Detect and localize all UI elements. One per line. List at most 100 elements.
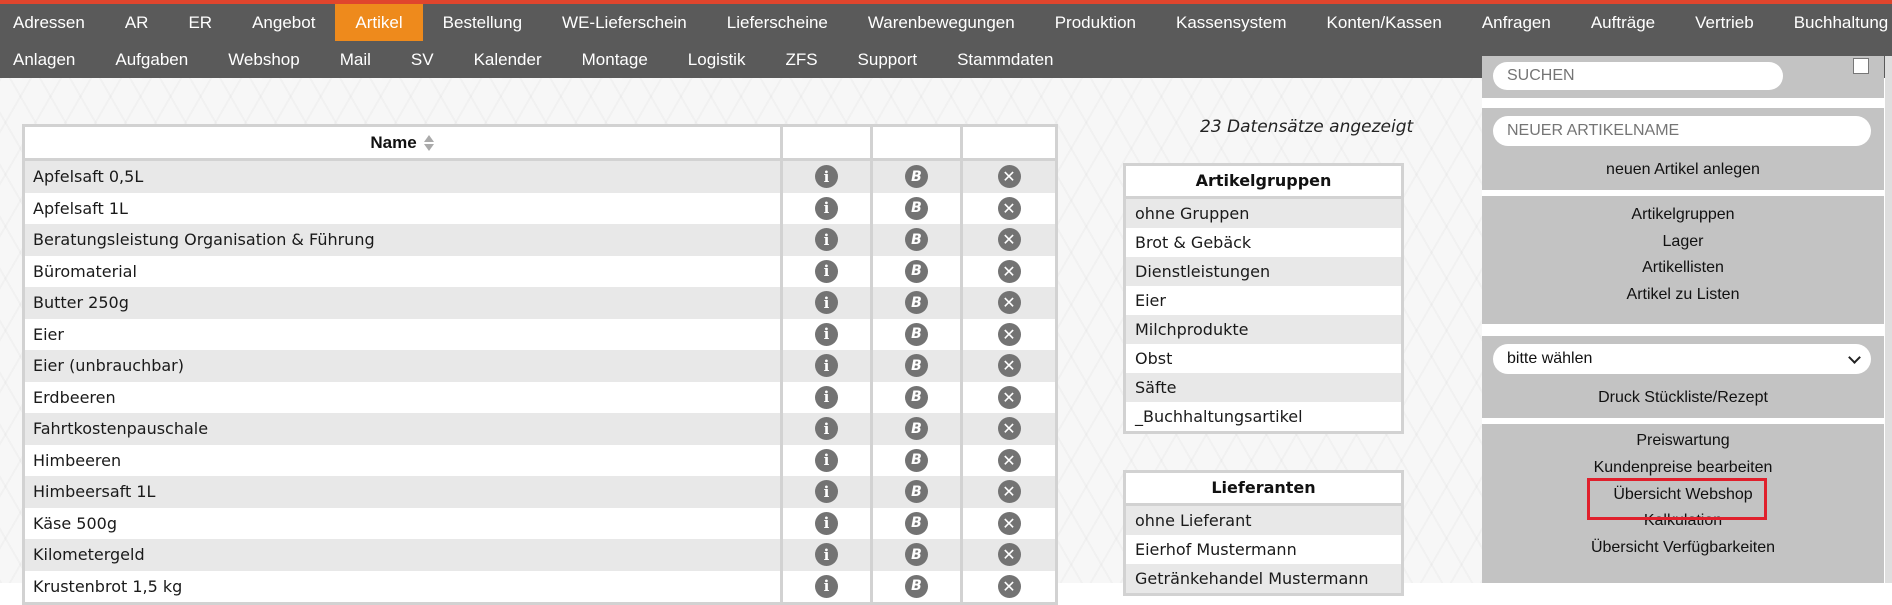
nav-item-artikel[interactable]: Artikel [335, 4, 423, 41]
article-name[interactable]: Apfelsaft 0,5L [25, 161, 783, 193]
delete-icon[interactable]: ✕ [997, 574, 1021, 598]
b-icon[interactable]: B [905, 228, 928, 252]
table-row[interactable]: Himbeeren i B ✕ [25, 444, 1055, 476]
nav-item-we-lieferschein[interactable]: WE-Lieferschein [542, 4, 707, 41]
table-row[interactable]: Eier (unbrauchbar) i B ✕ [25, 350, 1055, 382]
nav-item-er[interactable]: ER [168, 4, 232, 41]
nav-item-aufgaben[interactable]: Aufgaben [95, 41, 208, 78]
bom-select[interactable]: bitte wählen [1493, 344, 1871, 374]
article-name[interactable]: Himbeeren [25, 444, 783, 476]
info-icon[interactable]: i [815, 165, 838, 189]
info-icon[interactable]: i [815, 385, 838, 409]
nav-item-vertrieb[interactable]: Vertrieb [1675, 4, 1774, 41]
nav-item-adressen[interactable]: Adressen [0, 4, 105, 41]
info-icon[interactable]: i [815, 196, 838, 220]
table-row[interactable]: Fahrtkostenpauschale i B ✕ [25, 413, 1055, 445]
b-icon[interactable]: B [905, 511, 928, 535]
panel-link-artikel-zu-listen[interactable]: Artikel zu Listen [1482, 282, 1884, 309]
article-name[interactable]: Kilometergeld [25, 539, 783, 571]
delete-icon[interactable]: ✕ [997, 228, 1021, 252]
nav-item-warenbewegungen[interactable]: Warenbewegungen [848, 4, 1035, 41]
print-bom-button[interactable]: Druck Stückliste/Rezept [1482, 382, 1884, 414]
artikelgruppe-item[interactable]: Brot & Gebäck [1126, 228, 1401, 257]
delete-icon[interactable]: ✕ [997, 196, 1021, 220]
article-name[interactable]: Beratungsleistung Organisation & Führung [25, 224, 783, 256]
article-name[interactable]: Eier [25, 318, 783, 350]
delete-icon[interactable]: ✕ [997, 543, 1021, 567]
search-input[interactable] [1493, 62, 1783, 90]
lieferant-item[interactable]: ohne Lieferant [1126, 506, 1401, 535]
nav-item-zfs[interactable]: ZFS [765, 41, 837, 78]
info-icon[interactable]: i [815, 354, 838, 378]
panel-link-preiswartung[interactable]: Preiswartung [1482, 428, 1884, 455]
nav-item-ar[interactable]: AR [105, 4, 169, 41]
nav-item-mail[interactable]: Mail [320, 41, 391, 78]
b-icon[interactable]: B [905, 574, 928, 598]
table-row[interactable]: Kilometergeld i B ✕ [25, 539, 1055, 571]
table-row[interactable]: Käse 500g i B ✕ [25, 507, 1055, 539]
nav-item-lieferscheine[interactable]: Lieferscheine [707, 4, 848, 41]
panel-link-artikellisten[interactable]: Artikellisten [1482, 255, 1884, 282]
nav-item-kalender[interactable]: Kalender [454, 41, 562, 78]
delete-icon[interactable]: ✕ [997, 322, 1021, 346]
info-icon[interactable]: i [815, 448, 838, 472]
scrollbar[interactable] [1885, 56, 1892, 583]
delete-icon[interactable]: ✕ [997, 448, 1021, 472]
panel-link-lager[interactable]: Lager [1482, 229, 1884, 256]
table-row[interactable]: Krustenbrot 1,5 kg i B ✕ [25, 570, 1055, 602]
b-icon[interactable]: B [905, 480, 928, 504]
table-row[interactable]: Büromaterial i B ✕ [25, 255, 1055, 287]
article-name[interactable]: Fahrtkostenpauschale [25, 413, 783, 445]
artikelgruppe-item[interactable]: _Buchhaltungsartikel [1126, 402, 1401, 431]
b-icon[interactable]: B [905, 322, 928, 346]
panel-link-artikelgruppen[interactable]: Artikelgruppen [1482, 202, 1884, 229]
table-row[interactable]: Himbeersaft 1L i B ✕ [25, 476, 1055, 508]
b-icon[interactable]: B [905, 417, 928, 441]
info-icon[interactable]: i [815, 322, 838, 346]
info-icon[interactable]: i [815, 228, 838, 252]
delete-icon[interactable]: ✕ [997, 291, 1021, 315]
nav-item-kassensystem[interactable]: Kassensystem [1156, 4, 1307, 41]
b-icon[interactable]: B [905, 354, 928, 378]
article-name[interactable]: Butter 250g [25, 287, 783, 319]
info-icon[interactable]: i [815, 417, 838, 441]
nav-item-buchhaltung[interactable]: Buchhaltung [1774, 4, 1892, 41]
article-name[interactable]: Himbeersaft 1L [25, 476, 783, 508]
nav-item-sv[interactable]: SV [391, 41, 454, 78]
b-icon[interactable]: B [905, 259, 928, 283]
b-icon[interactable]: B [905, 196, 928, 220]
info-icon[interactable]: i [815, 574, 838, 598]
b-icon[interactable]: B [905, 543, 928, 567]
article-name[interactable]: Eier (unbrauchbar) [25, 350, 783, 382]
delete-icon[interactable]: ✕ [997, 259, 1021, 283]
b-icon[interactable]: B [905, 385, 928, 409]
column-header-name[interactable]: Name [25, 127, 783, 158]
article-name[interactable]: Krustenbrot 1,5 kg [25, 570, 783, 602]
table-row[interactable]: Eier i B ✕ [25, 318, 1055, 350]
info-icon[interactable]: i [815, 511, 838, 535]
article-name[interactable]: Apfelsaft 1L [25, 192, 783, 224]
article-name[interactable]: Büromaterial [25, 255, 783, 287]
article-name[interactable]: Käse 500g [25, 507, 783, 539]
nav-item-support[interactable]: Support [838, 41, 938, 78]
table-row[interactable]: Beratungsleistung Organisation & Führung… [25, 224, 1055, 256]
delete-icon[interactable]: ✕ [997, 385, 1021, 409]
info-icon[interactable]: i [815, 291, 838, 315]
lieferant-item[interactable]: Getränkehandel Mustermann [1126, 564, 1401, 593]
nav-item-stammdaten[interactable]: Stammdaten [937, 41, 1073, 78]
table-row[interactable]: Erdbeeren i B ✕ [25, 381, 1055, 413]
artikelgruppe-item[interactable]: ohne Gruppen [1126, 199, 1401, 228]
info-icon[interactable]: i [815, 480, 838, 504]
b-icon[interactable]: B [905, 448, 928, 472]
sort-icon[interactable] [423, 134, 435, 152]
lieferant-item[interactable]: Eierhof Mustermann [1126, 535, 1401, 564]
nav-item-aufträge[interactable]: Aufträge [1571, 4, 1675, 41]
artikelgruppe-item[interactable]: Obst [1126, 344, 1401, 373]
nav-item-webshop[interactable]: Webshop [208, 41, 320, 78]
nav-item-logistik[interactable]: Logistik [668, 41, 766, 78]
nav-item-anlagen[interactable]: Anlagen [0, 41, 95, 78]
delete-icon[interactable]: ✕ [997, 165, 1021, 189]
nav-item-angebot[interactable]: Angebot [232, 4, 335, 41]
options-checkbox[interactable] [1853, 58, 1869, 74]
artikelgruppe-item[interactable]: Eier [1126, 286, 1401, 315]
